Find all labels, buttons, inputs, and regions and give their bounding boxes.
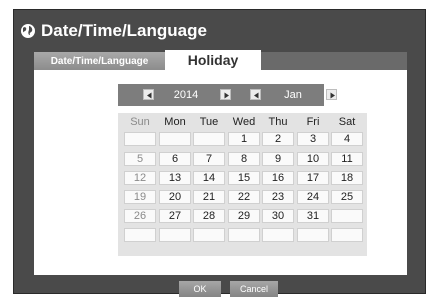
empty-day-cell — [228, 228, 260, 242]
holiday-panel: 2014 Jan Sun Mon Tue Wed Thu Fri Sat 1 2 3 4 5 6 7 8 9 1… — [34, 70, 407, 275]
weekday-header-thu: Thu — [268, 116, 288, 128]
prev-month-button[interactable] — [250, 89, 261, 100]
date-time-language-window: Date/Time/Language Date/Time/Language Ho… — [13, 9, 426, 297]
empty-day-cell — [331, 209, 363, 223]
tab-bar-filler — [261, 52, 407, 70]
weekday-header-mon: Mon — [164, 116, 186, 128]
day-cell-28[interactable]: 28 — [193, 209, 225, 223]
day-cell-8[interactable]: 8 — [228, 152, 260, 166]
day-cell-7[interactable]: 7 — [193, 152, 225, 166]
empty-day-cell — [124, 132, 156, 146]
day-cell-26[interactable]: 26 — [124, 209, 156, 223]
day-cell-18[interactable]: 18 — [331, 171, 363, 185]
weekday-header-tue: Tue — [199, 116, 219, 128]
day-cell-23[interactable]: 23 — [262, 190, 294, 204]
empty-day-cell — [159, 132, 191, 146]
next-year-button[interactable] — [220, 89, 231, 100]
day-cell-21[interactable]: 21 — [193, 190, 225, 204]
day-cell-4[interactable]: 4 — [331, 132, 363, 146]
weekday-header-fri: Fri — [306, 116, 320, 128]
day-cell-30[interactable]: 30 — [262, 209, 294, 223]
empty-day-cell — [159, 228, 191, 242]
day-cell-29[interactable]: 29 — [228, 209, 260, 223]
empty-day-cell — [193, 228, 225, 242]
day-cell-17[interactable]: 17 — [297, 171, 329, 185]
day-cell-20[interactable]: 20 — [159, 190, 191, 204]
day-cell-15[interactable]: 15 — [228, 171, 260, 185]
next-month-button[interactable] — [326, 89, 337, 100]
tab-bar: Date/Time/Language Holiday — [34, 50, 407, 70]
day-cell-1[interactable]: 1 — [228, 132, 260, 146]
title-bar: Date/Time/Language — [20, 18, 207, 44]
day-cell-16[interactable]: 16 — [262, 171, 294, 185]
tab-holiday[interactable]: Holiday — [165, 50, 261, 70]
empty-day-cell — [331, 228, 363, 242]
day-cell-11[interactable]: 11 — [331, 152, 363, 166]
empty-day-cell — [262, 228, 294, 242]
day-cell-10[interactable]: 10 — [297, 152, 329, 166]
empty-day-cell — [193, 132, 225, 146]
empty-day-cell — [297, 228, 329, 242]
day-cell-9[interactable]: 9 — [262, 152, 294, 166]
tab-date-time-language[interactable]: Date/Time/Language — [34, 52, 165, 70]
holiday-calendar: Sun Mon Tue Wed Thu Fri Sat 1 2 3 4 5 6 7 8 9 10 11 12 13 14… — [118, 113, 367, 256]
next-month-arrow-icon — [330, 92, 335, 99]
year-value: 2014 — [173, 89, 199, 101]
date-navigator: 2014 Jan — [118, 84, 337, 106]
day-cell-14[interactable]: 14 — [193, 171, 225, 185]
weekday-header-sat: Sat — [338, 116, 356, 128]
cancel-button[interactable]: Cancel — [230, 281, 278, 297]
window-title: Date/Time/Language — [41, 21, 207, 40]
ok-button[interactable]: OK — [179, 281, 221, 297]
month-value: Jan — [284, 89, 302, 101]
prev-year-arrow-icon — [147, 92, 152, 99]
day-cell-25[interactable]: 25 — [331, 190, 363, 204]
globe-icon — [20, 23, 36, 39]
day-cell-5[interactable]: 5 — [124, 152, 156, 166]
day-cell-27[interactable]: 27 — [159, 209, 191, 223]
day-cell-6[interactable]: 6 — [159, 152, 191, 166]
empty-day-cell — [124, 228, 156, 242]
day-cell-31[interactable]: 31 — [297, 209, 329, 223]
day-cell-12[interactable]: 12 — [124, 171, 156, 185]
day-cell-19[interactable]: 19 — [124, 190, 156, 204]
prev-year-button[interactable] — [143, 89, 154, 100]
day-cell-22[interactable]: 22 — [228, 190, 260, 204]
weekday-header-sun: Sun — [130, 116, 150, 128]
weekday-header-wed: Wed — [232, 116, 256, 128]
day-cell-13[interactable]: 13 — [159, 171, 191, 185]
next-year-arrow-icon — [224, 92, 229, 99]
day-cell-3[interactable]: 3 — [297, 132, 329, 146]
day-cell-2[interactable]: 2 — [262, 132, 294, 146]
day-cell-24[interactable]: 24 — [297, 190, 329, 204]
prev-month-arrow-icon — [254, 92, 259, 99]
